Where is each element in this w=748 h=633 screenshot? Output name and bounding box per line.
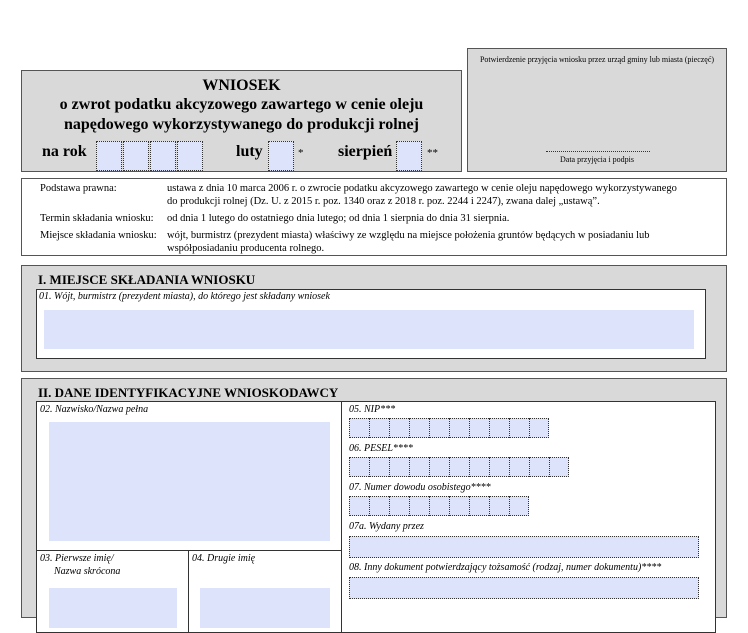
section-2-title: II. DANE IDENTYFIKACYJNE WNIOSKODAWCY xyxy=(38,385,339,400)
form-subtitle-line2: napędowego wykorzystywanego do produkcji… xyxy=(64,116,419,133)
field-03-label-1: 03. Pierwsze imię/ xyxy=(40,553,114,564)
issued-by-input[interactable] xyxy=(349,536,699,558)
form-subtitle-line1: o zwrot podatku akcyzowego zawartego w c… xyxy=(59,96,424,113)
year-digit-3[interactable] xyxy=(150,141,176,171)
year-digit-4[interactable] xyxy=(177,141,203,171)
section-2-fields: 02. Nazwisko/Nazwa pełna 03. Pierwsze im… xyxy=(36,401,716,633)
august-checkbox[interactable] xyxy=(396,141,422,171)
field-04-input[interactable] xyxy=(200,588,330,628)
section-1-title: I. MIEJSCE SKŁADANIA WNIOSKU xyxy=(38,272,256,287)
year-digit-1[interactable] xyxy=(96,141,122,171)
field-07a-label: 07a. Wydany przez xyxy=(349,521,424,532)
field-01-box: 01. Wójt, burmistrz (prezydent miasta), … xyxy=(36,289,706,359)
august-footnote: ** xyxy=(427,147,438,159)
section-1: I. MIEJSCE SKŁADANIA WNIOSKU 01. Wójt, b… xyxy=(21,265,727,372)
deadline-text: od dnia 1 lutego do ostatniego dnia lute… xyxy=(167,213,510,224)
place-text-2: współposiadaniu producenta rolnego. xyxy=(167,243,325,254)
february-checkbox[interactable] xyxy=(268,141,294,171)
legal-basis-text-1: ustawa z dnia 10 marca 2006 r. o zwrocie… xyxy=(167,183,677,194)
nip-input[interactable] xyxy=(349,418,549,438)
field-07-label: 07. Numer dowodu osobistego**** xyxy=(349,482,491,493)
other-document-input[interactable] xyxy=(349,577,699,599)
field-03-input[interactable] xyxy=(49,588,177,628)
section-2: II. DANE IDENTYFIKACYJNE WNIOSKODAWCY 02… xyxy=(21,378,727,633)
field-01-input[interactable] xyxy=(44,310,694,349)
stamp-date-label: Data przyjęcia i podpis xyxy=(560,155,634,164)
year-digit-2[interactable] xyxy=(123,141,149,171)
application-header: WNIOSEK o zwrot podatku akcyzowego zawar… xyxy=(21,70,462,172)
august-label: sierpień xyxy=(338,143,393,160)
field-08-label: 08. Inny dokument potwierdzający tożsamo… xyxy=(349,562,662,573)
legal-basis-text-2: do produkcji rolnej (Dz. U. z 2015 r. po… xyxy=(167,196,600,207)
stamp-caption: Potwierdzenie przyjęcia wniosku przez ur… xyxy=(479,55,715,64)
field-03-label-2: Nazwa skrócona xyxy=(54,566,121,577)
field-05-label: 05. NIP*** xyxy=(349,404,396,415)
row-divider xyxy=(37,550,341,551)
place-label: Miejsce składania wniosku: xyxy=(40,230,157,241)
field-04-label: 04. Drugie imię xyxy=(192,553,256,564)
year-label: na rok xyxy=(42,143,87,160)
pesel-input[interactable] xyxy=(349,457,569,477)
receipt-stamp-box: Potwierdzenie przyjęcia wniosku przez ur… xyxy=(467,48,727,172)
legal-info-box: Podstawa prawna: ustawa z dnia 10 marca … xyxy=(21,178,727,256)
field-02-input[interactable] xyxy=(49,422,330,541)
place-text-1: wójt, burmistrz (prezydent miasta) właśc… xyxy=(167,230,650,241)
form-title: WNIOSEK xyxy=(202,77,281,94)
column-divider xyxy=(341,402,342,632)
signature-line xyxy=(546,151,650,152)
field-06-label: 06. PESEL**** xyxy=(349,443,413,454)
february-label: luty xyxy=(236,143,263,160)
column-divider-2 xyxy=(188,550,189,632)
legal-basis-label: Podstawa prawna: xyxy=(40,183,117,194)
field-02-label: 02. Nazwisko/Nazwa pełna xyxy=(40,404,149,415)
deadline-label: Termin składania wniosku: xyxy=(40,213,154,224)
id-number-input[interactable] xyxy=(349,496,529,516)
february-footnote: * xyxy=(298,147,304,159)
field-01-label: 01. Wójt, burmistrz (prezydent miasta), … xyxy=(39,291,330,302)
